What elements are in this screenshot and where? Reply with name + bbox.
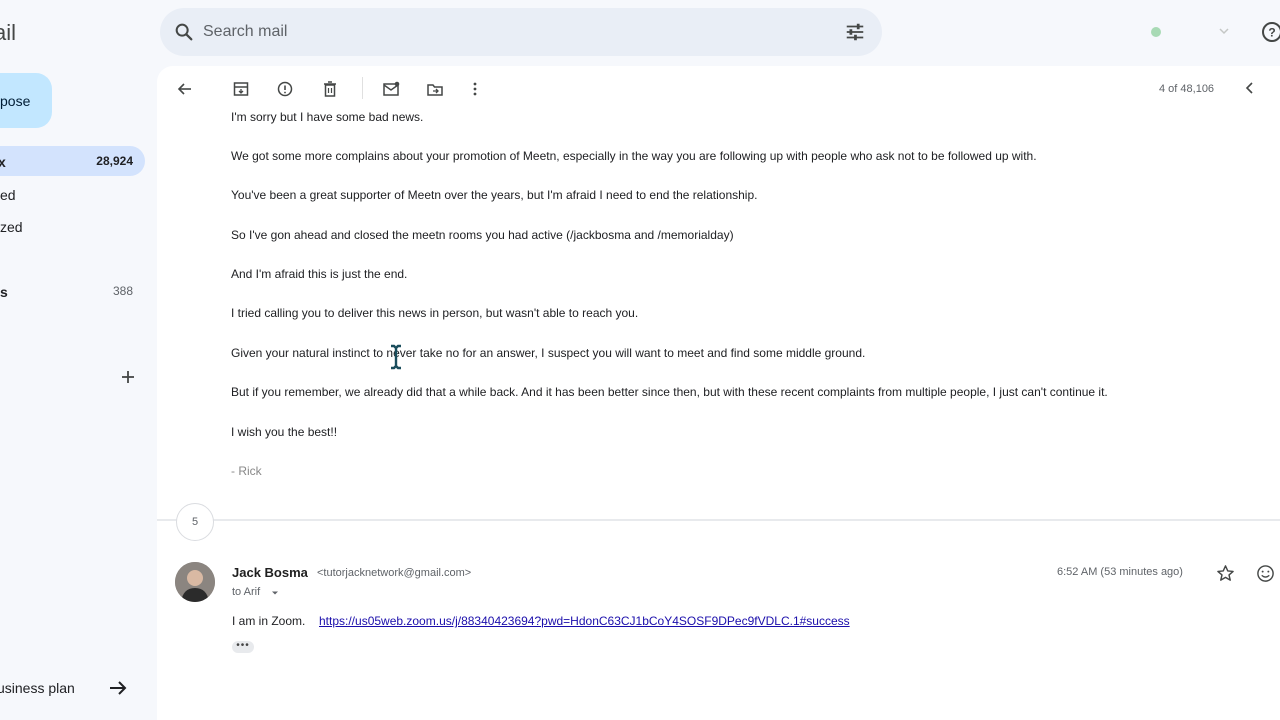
sender-name: Jack Bosma bbox=[232, 565, 308, 580]
arrow-right-icon[interactable] bbox=[107, 677, 129, 699]
move-to-icon[interactable] bbox=[426, 80, 444, 98]
app-title: ail bbox=[0, 20, 17, 45]
emoji-reaction-icon[interactable] bbox=[1256, 564, 1275, 583]
sidebar-item-label: x bbox=[0, 154, 6, 170]
search-input[interactable]: Search mail bbox=[203, 23, 287, 41]
more-options-icon[interactable] bbox=[466, 80, 484, 98]
zoom-meeting-link[interactable]: https://us05web.zoom.us/j/88340423694?pw… bbox=[319, 614, 850, 628]
message-paragraph: I'm sorry but I have some bad news. bbox=[231, 110, 424, 124]
search-bar[interactable]: Search mail bbox=[160, 8, 882, 56]
sidebar-item-drafts[interactable]: s 388 bbox=[0, 276, 145, 306]
collapsed-messages-divider bbox=[157, 519, 1280, 521]
message-paragraph: You've been a great supporter of Meetn o… bbox=[231, 188, 758, 202]
recipient-line: to Arif bbox=[232, 586, 261, 598]
sidebar-item-label: zed bbox=[0, 219, 23, 235]
message-paragraph: And I'm afraid this is just the end. bbox=[231, 267, 408, 281]
avatar[interactable] bbox=[175, 562, 215, 602]
report-spam-icon[interactable] bbox=[276, 80, 294, 98]
collapsed-messages-count[interactable]: 5 bbox=[176, 503, 214, 541]
sidebar-item-starred[interactable]: ed bbox=[0, 179, 140, 209]
show-trimmed-content-button[interactable]: ••• bbox=[232, 641, 254, 653]
message-time: 6:52 AM (53 minutes ago) bbox=[1057, 566, 1183, 578]
sidebar-item-inbox[interactable]: x 28,924 bbox=[0, 146, 145, 176]
reply-body-text: I am in Zoom. bbox=[232, 614, 306, 628]
sidebar-item-snoozed[interactable]: zed bbox=[0, 211, 140, 241]
message-paragraph: I tried calling you to deliver this news… bbox=[231, 306, 639, 320]
sidebar-item-label: ed bbox=[0, 187, 16, 203]
message-paragraph: So I've gon ahead and closed the meetn r… bbox=[231, 228, 734, 242]
toolbar-divider bbox=[362, 77, 363, 99]
pager-count: 4 of 48,106 bbox=[1159, 83, 1215, 95]
message-paragraph: I wish you the best!! bbox=[231, 425, 338, 439]
compose-label: pose bbox=[0, 93, 31, 109]
svg-text:?: ? bbox=[1268, 26, 1275, 40]
back-arrow-icon[interactable] bbox=[176, 80, 194, 98]
compose-button[interactable]: pose bbox=[0, 73, 52, 128]
chevron-down-icon[interactable] bbox=[1217, 24, 1231, 38]
status-indicator-icon[interactable] bbox=[1151, 27, 1161, 37]
message-paragraph: Given your natural instinct to never tak… bbox=[231, 346, 866, 360]
recipient-details-icon[interactable] bbox=[270, 588, 280, 598]
avatar-photo-icon bbox=[175, 562, 215, 602]
unread-count: 28,924 bbox=[96, 154, 133, 168]
item-count: 388 bbox=[112, 284, 133, 298]
star-icon[interactable] bbox=[1216, 564, 1235, 583]
text-cursor-icon bbox=[391, 344, 401, 370]
sender-email: <tutorjacknetwork@gmail.com> bbox=[317, 567, 472, 579]
message-paragraph: We got some more complains about your pr… bbox=[231, 149, 1037, 163]
message-signature: - Rick bbox=[231, 464, 262, 478]
delete-icon[interactable] bbox=[321, 80, 339, 98]
help-icon[interactable]: ? bbox=[1260, 20, 1280, 44]
add-label-icon[interactable] bbox=[119, 368, 137, 386]
sidebar-item-label: s bbox=[0, 284, 8, 300]
archive-icon[interactable] bbox=[232, 80, 250, 98]
search-options-icon[interactable] bbox=[844, 21, 866, 43]
message-paragraph: But if you remember, we already did that… bbox=[231, 385, 1108, 399]
search-icon[interactable] bbox=[173, 21, 195, 43]
chevron-left-icon[interactable] bbox=[1242, 80, 1258, 96]
mark-unread-icon[interactable] bbox=[382, 80, 400, 98]
upgrade-plan-label[interactable]: usiness plan bbox=[0, 680, 75, 696]
